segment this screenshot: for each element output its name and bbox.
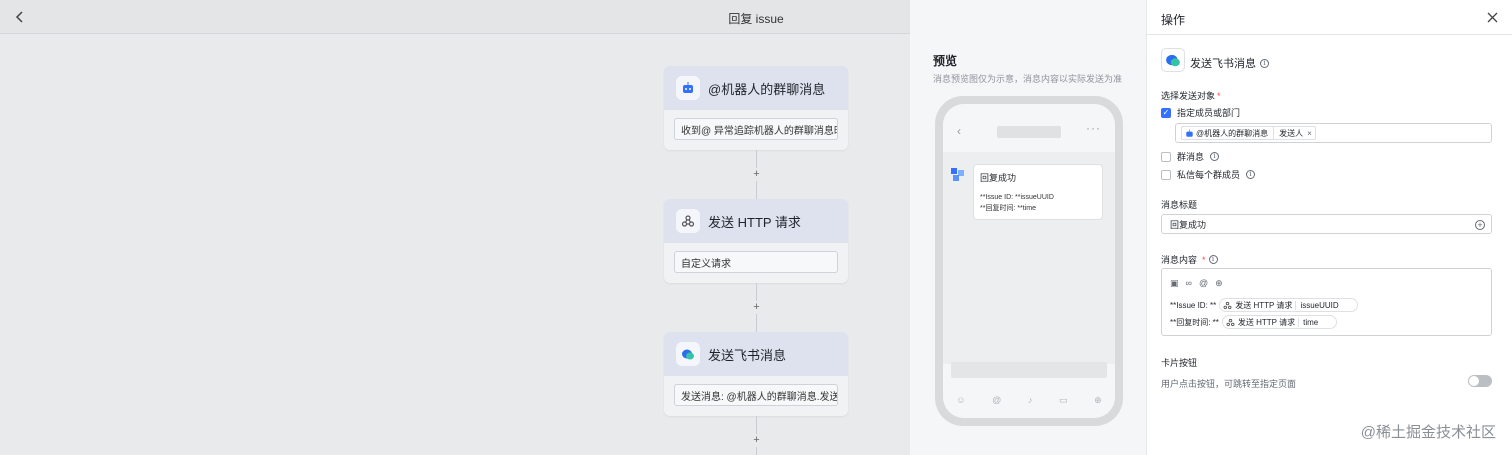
emoji-icon: ☺ bbox=[956, 395, 966, 405]
msg-content-label: 消息内容 * i bbox=[1161, 253, 1218, 266]
card-line: **回复时间: **time bbox=[980, 205, 1037, 212]
back-button[interactable] bbox=[10, 7, 30, 27]
phone-toolbar: ☺ @ ♪ ▭ ⊕ bbox=[943, 395, 1115, 406]
operation-panel: 操作 发送飞书消息 i 选择发送对象 * ✓ 指定成员或部门 @机器人的群聊消息 … bbox=[1146, 0, 1512, 455]
add-step-button[interactable]: + bbox=[750, 168, 763, 181]
required-mark: * bbox=[1217, 91, 1221, 101]
option-private[interactable]: 私信每个群成员 i bbox=[1161, 168, 1256, 181]
robot-icon bbox=[1186, 129, 1193, 137]
card-title: 回复成功 bbox=[980, 173, 1017, 183]
close-icon bbox=[1487, 12, 1497, 22]
variable-chip[interactable]: 发送 HTTP 请求 issueUUID bbox=[1219, 298, 1358, 312]
content-line: **Issue ID: ** 发送 HTTP 请求 issueUUID bbox=[1170, 298, 1358, 312]
private-checkbox[interactable] bbox=[1161, 169, 1171, 180]
at-icon: @ bbox=[992, 395, 1002, 405]
msg-content-editor[interactable]: ▣ ∞ @ ⊕ **Issue ID: ** 发送 HTTP 请求 issueU… bbox=[1161, 268, 1492, 336]
phone-screen: ‹ ··· 回复成功 **Issue ID: **issueUUID **回复时… bbox=[943, 104, 1115, 418]
link-icon[interactable]: ∞ bbox=[1186, 278, 1192, 289]
node-header: @机器人的群聊消息 bbox=[664, 66, 848, 110]
bot-avatar-icon bbox=[951, 168, 964, 181]
info-icon[interactable]: i bbox=[1210, 152, 1220, 161]
option-label: 私信每个群成员 bbox=[1177, 170, 1241, 180]
divider bbox=[1147, 34, 1512, 35]
variable-chip[interactable]: 发送 HTTP 请求 time bbox=[1221, 315, 1338, 329]
card-line: **Issue ID: **issueUUID bbox=[980, 194, 1054, 201]
phone-title-placeholder bbox=[997, 126, 1061, 138]
members-checkbox[interactable]: ✓ bbox=[1161, 107, 1171, 118]
info-icon[interactable]: i bbox=[1260, 58, 1269, 68]
option-group[interactable]: 群消息 i bbox=[1161, 150, 1220, 163]
preview-panel: 预览 消息预览图仅为示意，消息内容以实际发送为准 ‹ ··· 回复成功 **Is… bbox=[910, 0, 1146, 455]
group-checkbox[interactable] bbox=[1161, 151, 1171, 162]
node-header: 发送飞书消息 bbox=[664, 332, 848, 376]
top-bar bbox=[0, 0, 910, 34]
add-icon[interactable]: ⊕ bbox=[1215, 278, 1223, 289]
webhook-icon bbox=[676, 209, 700, 233]
node-summary: 收到@ 异常追踪机器人的群聊消息时 bbox=[674, 118, 838, 140]
robot-icon bbox=[676, 76, 700, 100]
remove-tag-icon[interactable]: × bbox=[1307, 129, 1312, 138]
target-label: 选择发送对象 * bbox=[1161, 91, 1221, 101]
action-name-text: 发送飞书消息 bbox=[1190, 58, 1256, 70]
card-button-label: 卡片按钮 bbox=[1161, 358, 1198, 368]
editor-toolbar: ▣ ∞ @ ⊕ bbox=[1170, 278, 1223, 289]
chevron-left-icon bbox=[15, 11, 23, 23]
flow-node-feishu[interactable]: 发送飞书消息 发送消息: @机器人的群聊消息.发送人 bbox=[664, 332, 848, 416]
msg-title-label: 消息标题 bbox=[1161, 200, 1198, 210]
option-label: 群消息 bbox=[1177, 152, 1205, 162]
card-button-desc: 用户点击按钮，可跳转至指定页面 bbox=[1161, 379, 1297, 389]
plus-icon: ⊕ bbox=[1094, 395, 1102, 405]
insert-variable-icon[interactable]: + bbox=[1475, 220, 1485, 230]
node-title: 发送飞书消息 bbox=[708, 347, 787, 363]
option-members[interactable]: ✓ 指定成员或部门 bbox=[1161, 106, 1240, 119]
image-icon: ▭ bbox=[1058, 395, 1068, 405]
image-icon[interactable]: ▣ bbox=[1170, 278, 1179, 289]
option-label: 指定成员或部门 bbox=[1177, 108, 1241, 118]
add-step-button[interactable]: + bbox=[750, 434, 763, 447]
node-summary: 发送消息: @机器人的群聊消息.发送人 bbox=[674, 384, 838, 406]
node-summary: 自定义请求 bbox=[674, 251, 838, 273]
phone-input-placeholder bbox=[951, 362, 1107, 378]
mic-icon: ♪ bbox=[1027, 395, 1033, 405]
node-title: 发送 HTTP 请求 bbox=[708, 214, 801, 230]
node-title: @机器人的群聊消息 bbox=[708, 81, 826, 97]
message-card-preview: 回复成功 **Issue ID: **issueUUID **回复时间: **t… bbox=[973, 164, 1103, 220]
more-icon: ··· bbox=[1086, 121, 1101, 135]
flow-node-http[interactable]: 发送 HTTP 请求 自定义请求 bbox=[664, 199, 848, 283]
info-icon[interactable]: i bbox=[1208, 255, 1218, 264]
action-name: 发送飞书消息 i bbox=[1190, 55, 1269, 71]
add-step-button[interactable]: + bbox=[750, 301, 763, 314]
msg-title-input[interactable]: 回复成功 + bbox=[1161, 214, 1492, 234]
card-button-toggle[interactable] bbox=[1468, 375, 1492, 387]
content-line: **回复时间: ** 发送 HTTP 请求 time bbox=[1170, 315, 1338, 329]
feishu-message-icon bbox=[676, 342, 700, 366]
panel-title: 操作 bbox=[1161, 13, 1186, 27]
flow-node-trigger[interactable]: @机器人的群聊消息 收到@ 异常追踪机器人的群聊消息时 bbox=[664, 66, 848, 150]
webhook-icon bbox=[1226, 318, 1235, 326]
member-tag: @机器人的群聊消息 发送人 × bbox=[1181, 126, 1316, 140]
preview-subtitle: 消息预览图仅为示意，消息内容以实际发送为准 bbox=[933, 74, 1123, 84]
info-icon[interactable]: i bbox=[1246, 170, 1256, 179]
webhook-icon bbox=[1223, 301, 1232, 309]
preview-title: 预览 bbox=[933, 54, 958, 68]
node-header: 发送 HTTP 请求 bbox=[664, 199, 848, 243]
member-select[interactable]: @机器人的群聊消息 发送人 × bbox=[1175, 123, 1492, 143]
msg-title-value: 回复成功 bbox=[1170, 219, 1207, 230]
phone-header: ‹ ··· bbox=[943, 104, 1115, 152]
at-icon[interactable]: @ bbox=[1199, 278, 1208, 289]
chevron-left-icon: ‹ bbox=[957, 124, 961, 138]
watermark: @稀土掘金技术社区 bbox=[1360, 424, 1496, 441]
phone-mockup: ‹ ··· 回复成功 **Issue ID: **issueUUID **回复时… bbox=[935, 96, 1123, 426]
feishu-message-icon bbox=[1161, 48, 1185, 72]
close-button[interactable] bbox=[1484, 9, 1500, 25]
